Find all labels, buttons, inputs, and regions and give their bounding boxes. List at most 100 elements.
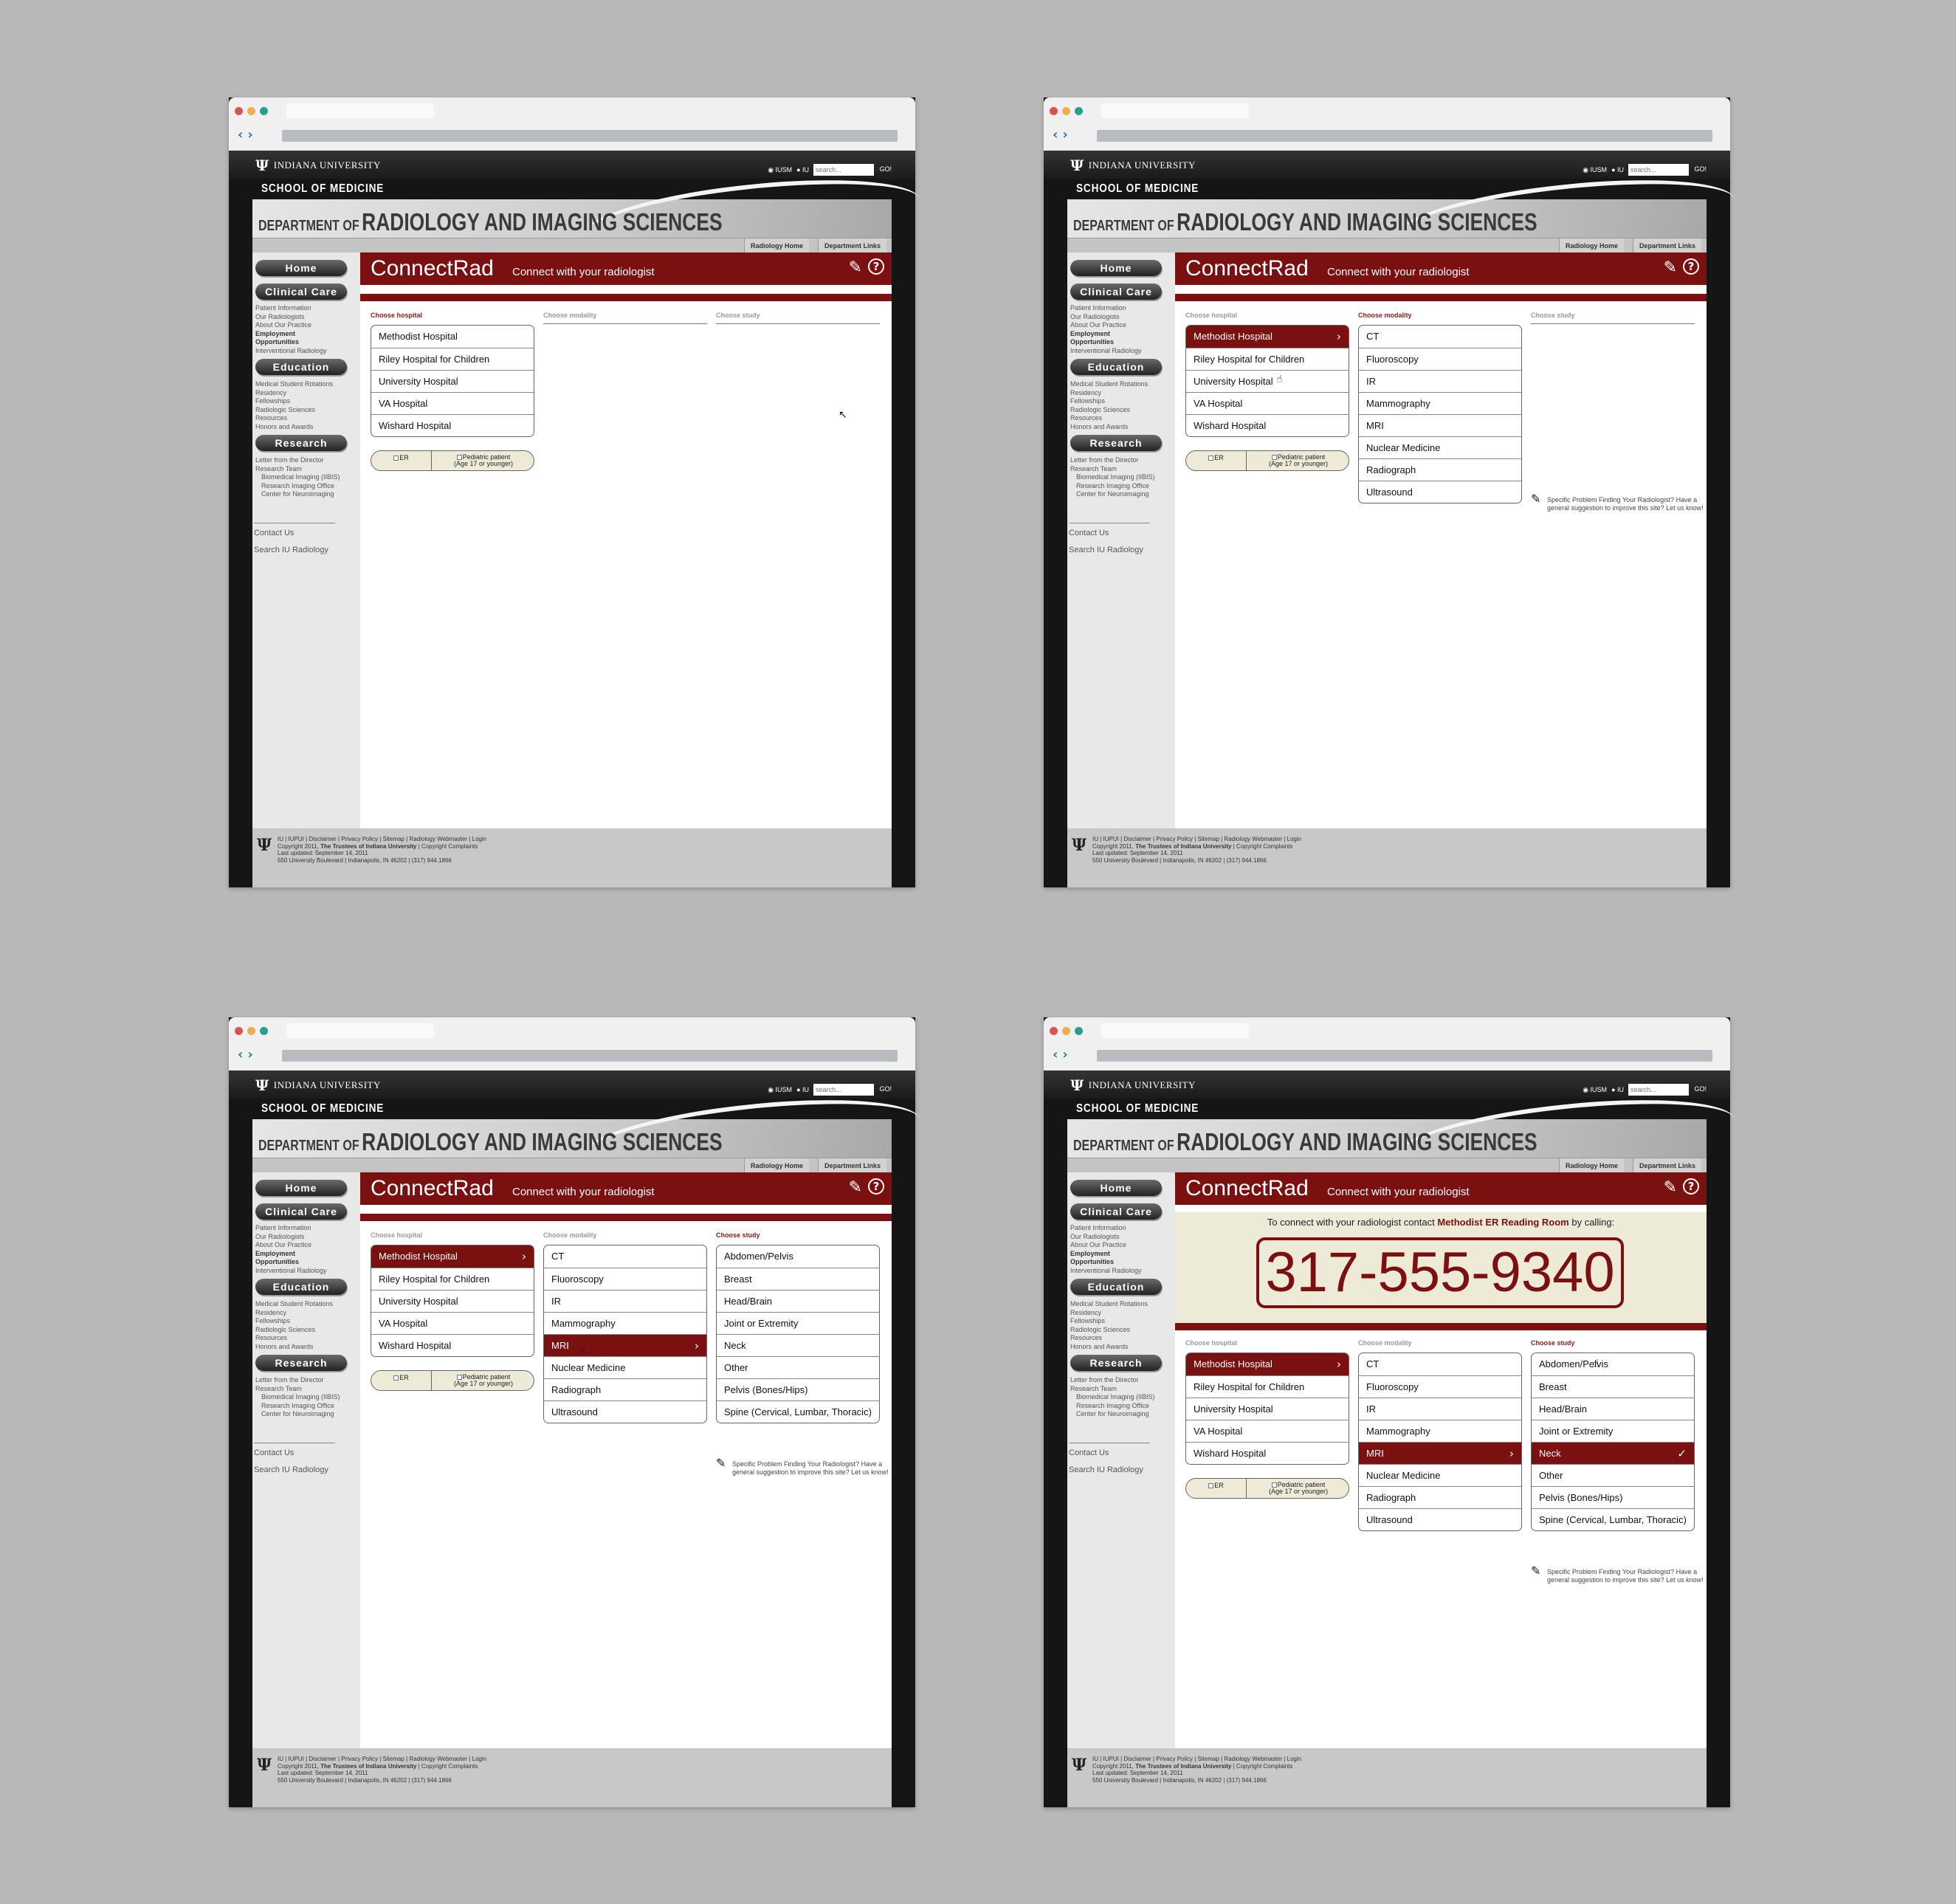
minimize-button[interactable] xyxy=(247,1027,255,1035)
hospital-option[interactable]: Riley Hospital for Children xyxy=(371,348,534,370)
radiology-home-link[interactable]: Radiology Home xyxy=(1559,1158,1625,1173)
department-title[interactable]: DEPARTMENT OF RADIOLOGY AND IMAGING SCIE… xyxy=(1073,208,1537,236)
footer-links[interactable]: IU | IUPUI | Disclaimer | Privacy Policy… xyxy=(278,1756,486,1763)
close-button[interactable] xyxy=(1050,107,1058,115)
nav-clinical-care[interactable]: Clinical Care xyxy=(1070,283,1162,300)
modality-option[interactable]: Nuclear Medicine xyxy=(544,1356,706,1378)
study-option[interactable]: Neck xyxy=(717,1334,879,1356)
copyright-complaints[interactable]: | Copyright Complaints xyxy=(419,843,478,850)
sidebar-link[interactable]: Research Team xyxy=(255,1385,340,1394)
hospital-option[interactable]: Methodist Hospital xyxy=(371,326,534,348)
search-scope-radio[interactable]: ● IU xyxy=(1611,166,1624,173)
hospital-option[interactable]: VA Hospital xyxy=(1186,1420,1349,1442)
sidebar-link[interactable]: Patient Information xyxy=(255,304,327,313)
sidebar-link[interactable]: Opportunities xyxy=(255,1258,327,1267)
modality-option[interactable]: MRI › xyxy=(544,1334,706,1356)
school-of-medicine[interactable]: SCHOOL OF MEDICINE xyxy=(1076,1102,1199,1116)
sidebar-link[interactable]: About Our Practice xyxy=(1070,321,1142,330)
study-option[interactable]: Pelvis (Bones/Hips) xyxy=(1532,1486,1694,1508)
search-scope-radio[interactable]: ● IU xyxy=(1611,1086,1624,1093)
copyright-complaints[interactable]: | Copyright Complaints xyxy=(419,1763,478,1770)
sidebar-link[interactable]: Resources xyxy=(1070,1334,1148,1343)
hospital-option[interactable]: University Hospital xyxy=(1186,370,1349,392)
search-input[interactable] xyxy=(813,164,874,176)
search-iu-radiology-link[interactable]: Search IU Radiology xyxy=(254,1465,328,1474)
sidebar-link[interactable]: Center for Neuroimaging xyxy=(255,490,340,499)
sidebar-link[interactable]: Honors and Awards xyxy=(255,1343,333,1352)
footer-links[interactable]: IU | IUPUI | Disclaimer | Privacy Policy… xyxy=(278,836,486,843)
search-scope-radio[interactable]: ◉ IUSM xyxy=(1583,1086,1607,1094)
copyright-complaints[interactable]: | Copyright Complaints xyxy=(1233,1763,1293,1770)
hospital-option[interactable]: University Hospital xyxy=(371,370,534,392)
modality-option[interactable]: Ultrasound xyxy=(1359,481,1521,503)
study-option[interactable]: Joint or Extremity xyxy=(717,1312,879,1334)
hospital-option[interactable]: University Hospital xyxy=(1186,1398,1349,1420)
sidebar-link[interactable]: Patient Information xyxy=(1070,304,1142,313)
maximize-button[interactable] xyxy=(260,107,268,115)
sidebar-link[interactable]: Patient Information xyxy=(255,1224,327,1233)
nav-research[interactable]: Research xyxy=(1070,1355,1162,1371)
sidebar-link[interactable]: Medical Student Rotations xyxy=(255,380,333,389)
sidebar-link[interactable]: Center for Neuroimaging xyxy=(1070,1410,1155,1419)
search-iu-radiology-link[interactable]: Search IU Radiology xyxy=(1069,1465,1143,1474)
study-option[interactable]: Abdomen/Pelvis xyxy=(717,1245,879,1268)
nav-education[interactable]: Education xyxy=(255,1279,347,1295)
iu-logo[interactable]: Ψ INDIANA UNIVERSITY xyxy=(1070,157,1196,174)
study-option[interactable]: Breast xyxy=(1532,1375,1694,1398)
forward-icon[interactable]: › xyxy=(1062,127,1072,142)
maximize-button[interactable] xyxy=(1075,107,1083,115)
suggestion-link[interactable]: ✎ Specific Problem Finding Your Radiologi… xyxy=(1531,493,1704,512)
sidebar-link[interactable]: Employment xyxy=(1070,1250,1142,1259)
contact-us-link[interactable]: Contact Us xyxy=(254,529,294,537)
hospital-option[interactable]: University Hospital xyxy=(371,1290,534,1312)
hospital-option[interactable]: Wishard Hospital xyxy=(1186,414,1349,436)
sidebar-link[interactable]: Biomedical Imaging (IIBIS) xyxy=(255,1393,340,1402)
nav-education[interactable]: Education xyxy=(1070,1279,1162,1295)
forward-icon[interactable]: › xyxy=(247,127,257,142)
school-of-medicine[interactable]: SCHOOL OF MEDICINE xyxy=(261,1102,384,1116)
maximize-button[interactable] xyxy=(260,1027,268,1035)
modality-option[interactable]: CT xyxy=(1359,1353,1521,1375)
school-of-medicine[interactable]: SCHOOL OF MEDICINE xyxy=(1076,182,1199,196)
close-button[interactable] xyxy=(235,107,243,115)
hospital-option[interactable]: Methodist Hospital › xyxy=(1186,1353,1349,1375)
sidebar-link[interactable]: About Our Practice xyxy=(1070,1241,1142,1250)
search-input[interactable] xyxy=(1628,1084,1689,1096)
sidebar-link[interactable]: Residency xyxy=(255,1309,333,1318)
address-bar[interactable] xyxy=(1097,130,1712,142)
contact-us-link[interactable]: Contact Us xyxy=(254,1448,294,1457)
nav-home[interactable]: Home xyxy=(255,1180,347,1196)
edit-icon[interactable]: ✎ xyxy=(1664,258,1677,277)
browser-tab[interactable] xyxy=(1101,1023,1249,1038)
suggestion-link[interactable]: ✎ Specific Problem Finding Your Radiologi… xyxy=(716,1457,889,1477)
sidebar-link[interactable]: Center for Neuroimaging xyxy=(1070,490,1155,499)
study-option[interactable]: Pelvis (Bones/Hips) xyxy=(717,1378,879,1400)
sidebar-link[interactable]: Biomedical Imaging (IIBIS) xyxy=(255,473,340,482)
nav-education[interactable]: Education xyxy=(255,359,347,375)
sidebar-link[interactable]: Research Imaging Office xyxy=(255,1402,340,1411)
modality-option[interactable]: Nuclear Medicine xyxy=(1359,436,1521,458)
hospital-option[interactable]: VA Hospital xyxy=(1186,392,1349,414)
sidebar-link[interactable]: Radiologic Sciences xyxy=(1070,1326,1148,1335)
pediatric-checkbox[interactable]: Pediatric patient (Age 17 or younger) xyxy=(1247,451,1349,470)
study-option[interactable]: Other xyxy=(1532,1464,1694,1486)
nav-research[interactable]: Research xyxy=(255,1355,347,1371)
hospital-option[interactable]: Methodist Hospital › xyxy=(1186,326,1349,348)
hospital-option[interactable]: Wishard Hospital xyxy=(371,1334,534,1356)
sidebar-link[interactable]: Residency xyxy=(1070,1309,1148,1318)
sidebar-link[interactable]: Honors and Awards xyxy=(1070,423,1148,432)
nav-clinical-care[interactable]: Clinical Care xyxy=(1070,1203,1162,1220)
search-iu-radiology-link[interactable]: Search IU Radiology xyxy=(254,546,328,554)
sidebar-link[interactable]: Our Radiologists xyxy=(1070,313,1142,322)
modality-option[interactable]: MRI › xyxy=(1359,1442,1521,1464)
suggestion-link[interactable]: ✎ Specific Problem Finding Your Radiologi… xyxy=(1531,1565,1704,1584)
forward-icon[interactable]: › xyxy=(247,1047,257,1062)
modality-option[interactable]: Nuclear Medicine xyxy=(1359,1464,1521,1486)
department-links-link[interactable]: Department Links xyxy=(818,238,887,253)
footer-links[interactable]: IU | IUPUI | Disclaimer | Privacy Policy… xyxy=(1092,1756,1301,1763)
sidebar-link[interactable]: About Our Practice xyxy=(255,321,327,330)
search-iu-radiology-link[interactable]: Search IU Radiology xyxy=(1069,546,1143,554)
sidebar-link[interactable]: Radiologic Sciences xyxy=(255,406,333,415)
sidebar-link[interactable]: Letter from the Director xyxy=(255,456,340,465)
sidebar-link[interactable]: Employment xyxy=(255,330,327,339)
